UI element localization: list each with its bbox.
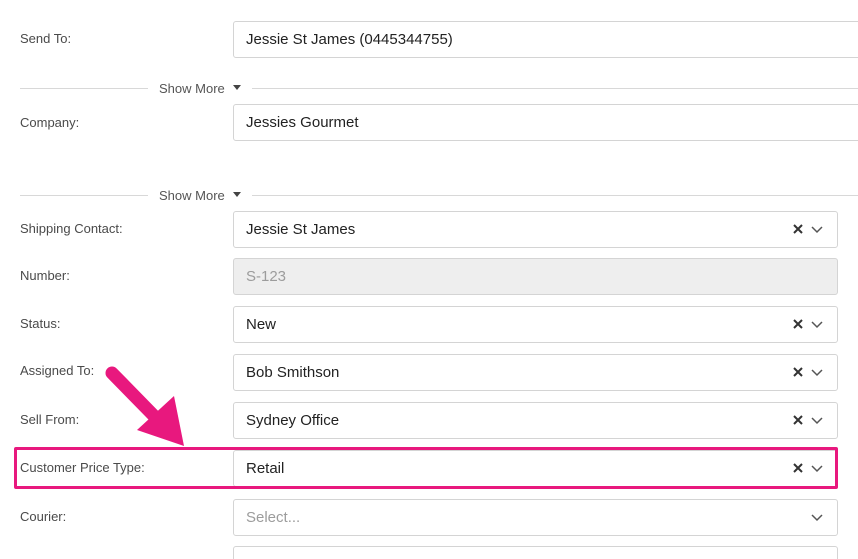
courier-label: Courier: (20, 509, 67, 524)
shipping-contact-value: Jessie St James (246, 221, 356, 238)
order-form: Send To: Jessie St James (0445344755) Sh… (0, 0, 858, 559)
company-value: Jessies Gourmet (246, 114, 359, 131)
status-select[interactable]: New (233, 306, 838, 343)
caret-down-icon[interactable] (233, 192, 241, 197)
divider (20, 88, 148, 89)
courier-placeholder: Select... (246, 509, 301, 526)
close-icon[interactable] (792, 366, 804, 378)
courier-select[interactable]: Select... (233, 499, 838, 536)
caret-down-icon[interactable] (233, 85, 241, 90)
number-value: S-123 (246, 268, 287, 285)
sell-from-select[interactable]: Sydney Office (233, 402, 838, 439)
chevron-down-icon[interactable] (811, 321, 823, 329)
assigned-to-select[interactable]: Bob Smithson (233, 354, 838, 391)
close-icon[interactable] (792, 318, 804, 330)
send-to-field[interactable]: Jessie St James (0445344755) (233, 21, 858, 58)
company-label: Company: (20, 115, 80, 130)
chevron-down-icon[interactable] (811, 514, 823, 522)
show-more-button[interactable]: Show More (159, 81, 225, 97)
status-label: Status: (20, 316, 61, 331)
shipping-contact-label: Shipping Contact: (20, 221, 123, 236)
chevron-down-icon[interactable] (811, 417, 823, 425)
chevron-down-icon[interactable] (811, 226, 823, 234)
number-label: Number: (20, 268, 70, 283)
close-icon[interactable] (792, 414, 804, 426)
shipping-contact-select[interactable]: Jessie St James (233, 211, 838, 248)
highlight-box (14, 447, 838, 489)
sell-from-label: Sell From: (20, 412, 80, 427)
company-field[interactable]: Jessies Gourmet (233, 104, 858, 141)
status-value: New (246, 316, 277, 333)
sell-from-value: Sydney Office (246, 412, 340, 429)
close-icon[interactable] (792, 223, 804, 235)
divider (252, 88, 858, 89)
number-field: S-123 (233, 258, 838, 295)
send-to-label: Send To: (20, 31, 72, 46)
assigned-to-value: Bob Smithson (246, 364, 340, 381)
show-more-button[interactable]: Show More (159, 188, 225, 204)
send-to-value: Jessie St James (0445344755) (246, 31, 453, 48)
next-field[interactable] (233, 546, 838, 559)
chevron-down-icon[interactable] (811, 369, 823, 377)
assigned-to-label: Assigned To: (20, 363, 95, 378)
divider (252, 195, 858, 196)
divider (20, 195, 148, 196)
